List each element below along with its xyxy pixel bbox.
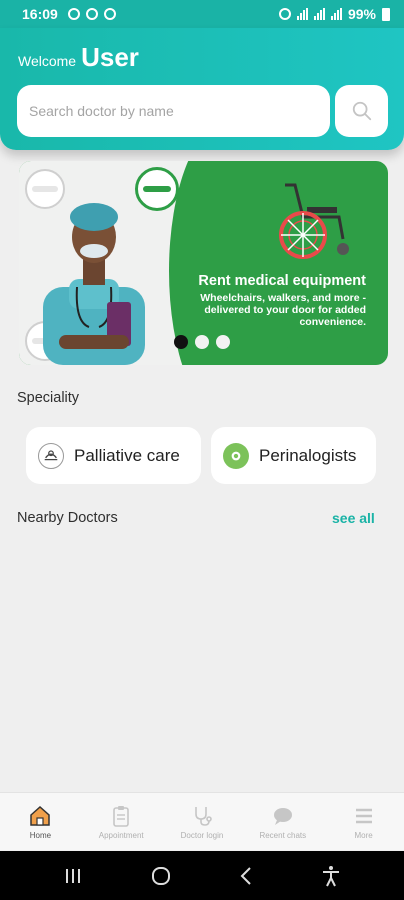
menu-icon (355, 808, 372, 823)
palliative-care-icon (38, 442, 64, 469)
nav-label: Home (29, 830, 52, 840)
system-navigation-bar (0, 851, 404, 900)
perinatology-icon (223, 442, 249, 469)
notification-icon-2 (85, 8, 98, 20)
clipboard-icon (113, 805, 129, 827)
nav-label: Doctor login (180, 830, 224, 840)
accessibility-icon[interactable] (321, 865, 341, 887)
nav-appointment[interactable]: Appointment (81, 793, 162, 850)
speciality-heading: Speciality (17, 390, 80, 406)
search-icon (352, 101, 371, 121)
battery-level: 99% (347, 6, 376, 22)
see-all-link[interactable]: see all (332, 510, 375, 526)
nav-more[interactable]: More (323, 793, 404, 850)
banner-title: Rent medical equipment (198, 273, 366, 289)
nav-label: Recent chats (259, 830, 307, 840)
nearby-doctors-heading: Nearby Doctors (17, 510, 118, 526)
stethoscope-icon (195, 806, 212, 826)
wheelchair-icon (279, 183, 349, 259)
promo-banner[interactable]: Rent medical equipment Wheelchairs, walk… (19, 161, 388, 365)
notification-icon-3 (103, 8, 116, 20)
speciality-label: Perinalogists (259, 445, 357, 465)
nav-recent-chats[interactable]: Recent chats (242, 793, 323, 850)
signal-icon (296, 8, 308, 20)
recent-apps-icon[interactable] (63, 867, 83, 885)
signal-icon-2 (313, 8, 325, 20)
nav-label: More (354, 830, 373, 840)
search-button[interactable] (335, 85, 388, 137)
notification-icon (67, 8, 80, 20)
carousel-dot[interactable] (216, 335, 230, 349)
nav-doctor-login[interactable]: Doctor login (162, 793, 243, 850)
header: Welcome User Search doctor by name (0, 28, 404, 150)
chat-icon (273, 807, 292, 825)
speciality-label: Palliative care (74, 445, 180, 465)
nav-label: Appointment (98, 830, 144, 840)
search-input[interactable]: Search doctor by name (17, 85, 330, 137)
speciality-card-palliative-care[interactable]: Palliative care (26, 427, 201, 484)
carousel-dot[interactable] (195, 335, 209, 349)
battery-icon (382, 7, 390, 21)
search-placeholder: Search doctor by name (29, 103, 174, 119)
user-name: User (81, 42, 139, 72)
nurse-image (43, 203, 145, 365)
home-icon (30, 805, 51, 826)
home-button-icon[interactable] (150, 865, 172, 887)
banner-subtitle: Wheelchairs, walkers, and more - deliver… (200, 292, 366, 328)
carousel-indicator (174, 335, 230, 349)
back-icon[interactable] (238, 866, 254, 886)
carousel-dot-active[interactable] (174, 335, 188, 349)
speciality-card-perinalogists[interactable]: Perinalogists (211, 427, 376, 484)
status-time: 16:09 (22, 6, 58, 22)
hotspot-icon (278, 8, 291, 20)
nav-home[interactable]: Home (0, 793, 81, 850)
status-bar: 16:09 99% (0, 0, 404, 28)
signal-icon-3 (330, 8, 342, 20)
welcome-greeting: Welcome User (18, 42, 139, 73)
welcome-label: Welcome (18, 53, 77, 69)
bottom-navigation: Home Appointment Doctor login Recent cha… (0, 792, 404, 850)
